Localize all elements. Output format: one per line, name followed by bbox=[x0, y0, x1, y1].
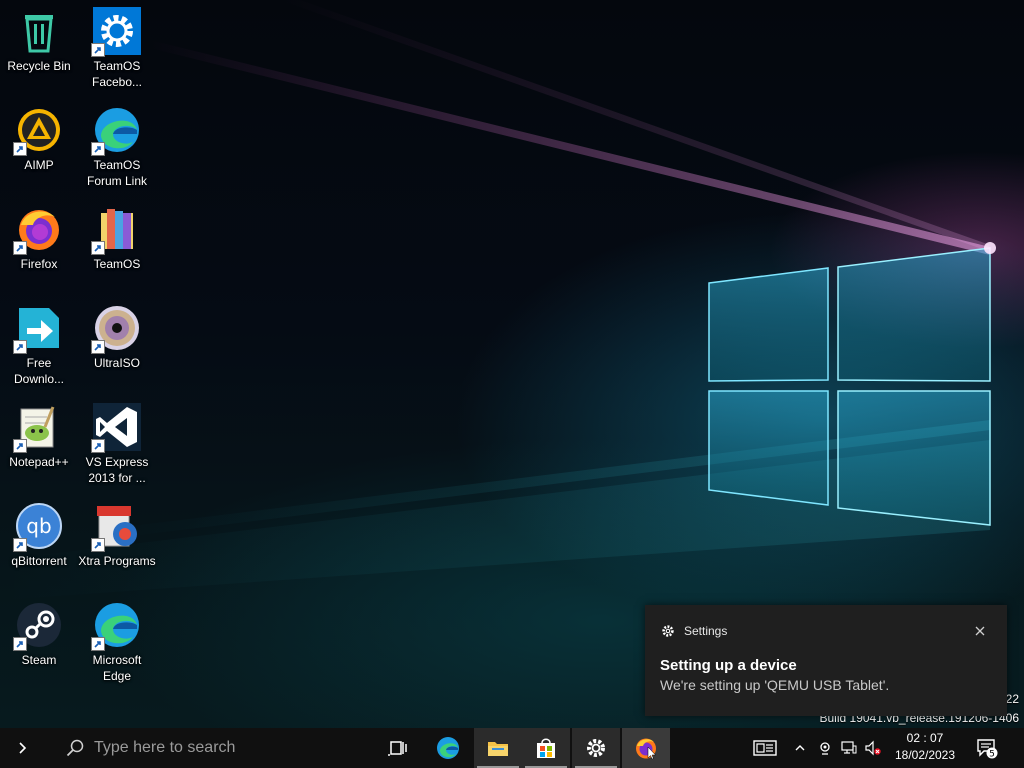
desktop-icon-label: Recycle Bin bbox=[7, 59, 71, 73]
news-and-interests-button[interactable] bbox=[748, 728, 782, 768]
folder-icon bbox=[488, 742, 508, 756]
taskbar-search-box[interactable]: Type here to search bbox=[46, 728, 374, 768]
shortcut-arrow-icon bbox=[13, 538, 27, 552]
start-button[interactable] bbox=[0, 728, 46, 768]
toast-app-name: Settings bbox=[684, 624, 728, 638]
desktop-icon-teamos-forum-link[interactable]: TeamOS Forum Link bbox=[78, 101, 156, 189]
svg-text:qb: qb bbox=[26, 514, 51, 538]
store-icon bbox=[537, 738, 555, 758]
task-view-icon bbox=[388, 741, 407, 756]
volume-muted-icon bbox=[865, 740, 881, 756]
notification-count-badge: 5 bbox=[989, 750, 995, 760]
desktop-icon-label: Notepad++ bbox=[9, 455, 69, 469]
desktop-icon-firefox[interactable]: Firefox bbox=[0, 200, 78, 272]
show-hidden-icons-button[interactable] bbox=[790, 728, 810, 768]
desktop-icon-aimp[interactable]: AIMP bbox=[0, 101, 78, 173]
desktop-icon-teamos-facebook[interactable]: TeamOS Facebo... bbox=[78, 2, 156, 90]
desktop-icon-label: TeamOS Forum Link bbox=[86, 158, 148, 188]
webcam-icon bbox=[820, 742, 830, 755]
taskbar-file-explorer-button[interactable] bbox=[474, 728, 522, 768]
firefox-icon bbox=[636, 738, 657, 760]
desktop-icon-label: Xtra Programs bbox=[78, 554, 156, 568]
toast-notification[interactable]: Settings Setting up a device We're setti… bbox=[645, 605, 1007, 716]
desktop-icon-teamos[interactable]: TeamOS bbox=[78, 200, 156, 272]
desktop-icon-recycle-bin[interactable]: Recycle Bin bbox=[0, 2, 78, 74]
shortcut-arrow-icon bbox=[13, 340, 27, 354]
desktop-icon-label: TeamOS bbox=[93, 257, 141, 271]
task-view-button[interactable] bbox=[374, 728, 422, 768]
tray-webcam-button[interactable] bbox=[814, 728, 836, 768]
edge-icon bbox=[437, 737, 459, 759]
search-placeholder: Type here to search bbox=[94, 739, 236, 756]
taskbar-settings-button[interactable] bbox=[572, 728, 620, 768]
taskbar-edge-button[interactable] bbox=[424, 728, 472, 768]
shortcut-arrow-icon bbox=[91, 637, 105, 651]
toast-header: Settings bbox=[661, 624, 727, 638]
taskbar: Type here to search 02: 07 18/02/2023 5 bbox=[0, 728, 1024, 768]
close-icon bbox=[975, 626, 985, 636]
taskbar-clock[interactable]: 02 : 07 18/02/2023 bbox=[884, 730, 966, 766]
search-icon bbox=[66, 739, 84, 757]
action-center-button[interactable]: 5 bbox=[970, 728, 1004, 768]
shortcut-arrow-icon bbox=[13, 241, 27, 255]
desktop-icon-steam[interactable]: Steam bbox=[0, 596, 78, 668]
recycle-bin-icon bbox=[25, 15, 53, 53]
toast-title: Setting up a device bbox=[660, 657, 797, 674]
desktop-icon-label: Firefox bbox=[20, 257, 58, 271]
desktop-icon-vs-express[interactable]: VS Express 2013 for ... bbox=[78, 398, 156, 486]
desktop-icon-ultraiso[interactable]: UltraISO bbox=[78, 299, 156, 371]
desktop-icon-label: Steam bbox=[21, 653, 57, 667]
shortcut-arrow-icon bbox=[13, 637, 27, 651]
desktop-icon-free-download[interactable]: Free Downlo... bbox=[0, 299, 78, 387]
desktop-icon-label: AIMP bbox=[24, 158, 54, 172]
news-icon bbox=[753, 740, 777, 756]
toast-body: We're setting up 'QEMU USB Tablet'. bbox=[660, 677, 890, 693]
desktop-icon-xtra-programs[interactable]: Xtra Programs bbox=[78, 497, 156, 569]
tray-network-button[interactable] bbox=[838, 728, 860, 768]
desktop-icon-label: Free Downlo... bbox=[13, 356, 65, 386]
desktop-icon-microsoft-edge[interactable]: Microsoft Edge bbox=[78, 596, 156, 684]
desktop-icon-notepadpp[interactable]: Notepad++ bbox=[0, 398, 78, 470]
desktop-icon-qbittorrent[interactable]: qb qBittorrent bbox=[0, 497, 78, 569]
shortcut-arrow-icon bbox=[13, 439, 27, 453]
shortcut-arrow-icon bbox=[91, 142, 105, 156]
watermark-fragment: 22 bbox=[1005, 692, 1019, 706]
clock-time: 02 : 07 bbox=[906, 731, 944, 745]
desktop-icon-label: qBittorrent bbox=[11, 554, 67, 568]
gear-icon bbox=[587, 739, 605, 757]
shortcut-arrow-icon bbox=[91, 241, 105, 255]
taskbar-firefox-button[interactable] bbox=[622, 728, 670, 768]
tray-volume-button[interactable] bbox=[862, 728, 884, 768]
shortcut-arrow-icon bbox=[91, 439, 105, 453]
toast-close-button[interactable] bbox=[972, 623, 988, 639]
desktop-icon-label: VS Express 2013 for ... bbox=[85, 455, 149, 485]
chevron-up-icon bbox=[795, 745, 805, 751]
gear-icon bbox=[662, 625, 674, 637]
desktop-icon-label: UltraISO bbox=[93, 356, 140, 370]
shortcut-arrow-icon bbox=[91, 43, 105, 57]
chevron-right-icon bbox=[19, 742, 27, 754]
shortcut-arrow-icon bbox=[91, 340, 105, 354]
notification-icon: 5 bbox=[977, 739, 998, 760]
shortcut-arrow-icon bbox=[91, 538, 105, 552]
taskbar-store-button[interactable] bbox=[522, 728, 570, 768]
desktop-icon-label: Microsoft Edge bbox=[92, 653, 142, 683]
desktop-icon-label: TeamOS Facebo... bbox=[91, 59, 143, 89]
network-icon bbox=[841, 741, 857, 754]
clock-date: 18/02/2023 bbox=[894, 748, 956, 762]
shortcut-arrow-icon bbox=[13, 142, 27, 156]
